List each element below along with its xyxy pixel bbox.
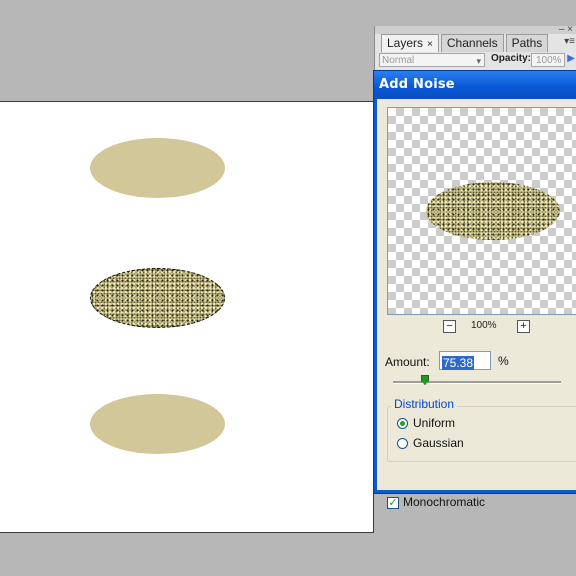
preview-ellipse bbox=[426, 182, 560, 240]
filter-preview[interactable] bbox=[387, 107, 576, 315]
zoom-in-icon: + bbox=[520, 320, 527, 332]
palette-drag-bar[interactable] bbox=[375, 26, 576, 34]
ellipse-shape-bottom bbox=[90, 394, 225, 454]
radio-uniform-label: Uniform bbox=[413, 416, 456, 430]
zoom-out-icon: − bbox=[446, 320, 453, 332]
radio-uniform-button[interactable] bbox=[397, 418, 408, 429]
ellipse-shape-selected[interactable] bbox=[90, 268, 225, 328]
amount-unit: % bbox=[498, 354, 509, 368]
opacity-field[interactable]: 100% bbox=[531, 53, 565, 67]
distribution-group bbox=[387, 406, 576, 462]
document-canvas[interactable] bbox=[0, 101, 374, 533]
tab-channels[interactable]: Channels bbox=[440, 34, 504, 52]
tab-paths-label: Paths bbox=[511, 36, 543, 50]
palette-tabs: Layers × Channels Paths bbox=[381, 34, 549, 52]
close-icon[interactable]: × bbox=[427, 39, 433, 50]
zoom-out-button[interactable]: − bbox=[443, 320, 456, 333]
dialog-titlebar[interactable]: Add Noise bbox=[374, 71, 576, 99]
tab-channels-label: Channels bbox=[446, 36, 498, 50]
monochromatic-checkbox[interactable]: ✓ bbox=[387, 497, 399, 509]
layers-options-row: Normal ▾ Opacity: 100% ▶ bbox=[379, 53, 576, 68]
opacity-value: 100% bbox=[536, 55, 562, 66]
dialog-body: − 100% + Amount: 75.38 % Distribution Un… bbox=[377, 99, 576, 509]
opacity-label: Opacity: bbox=[491, 53, 532, 64]
zoom-in-button[interactable]: + bbox=[517, 320, 530, 333]
zoom-level: 100% bbox=[471, 320, 497, 331]
chevron-down-icon: ▾ bbox=[476, 56, 481, 66]
add-noise-dialog: Add Noise − 100% + Amount: 75.38 % Distr… bbox=[373, 70, 576, 509]
layers-palette: – × Layers × Channels Paths ▾≡ Normal ▾ O… bbox=[374, 24, 576, 70]
blend-mode-value: Normal bbox=[382, 55, 415, 66]
amount-slider-track[interactable] bbox=[393, 381, 561, 384]
ellipse-shape-top bbox=[90, 138, 225, 198]
radio-gaussian-button[interactable] bbox=[397, 438, 408, 449]
palette-minimize-icon[interactable]: – × bbox=[559, 24, 573, 35]
dialog-title: Add Noise bbox=[379, 77, 455, 92]
distribution-label: Distribution bbox=[391, 397, 458, 411]
monochromatic-label: Monochromatic bbox=[403, 495, 486, 509]
radio-gaussian-label: Gaussian bbox=[413, 436, 464, 450]
amount-value: 75.38 bbox=[442, 356, 475, 370]
tab-layers-label: Layers bbox=[387, 36, 424, 50]
amount-input[interactable]: 75.38 bbox=[439, 351, 491, 370]
tab-layers[interactable]: Layers × bbox=[381, 34, 439, 52]
tab-paths[interactable]: Paths bbox=[505, 34, 549, 52]
opacity-slider-arrow-icon[interactable]: ▶ bbox=[567, 53, 575, 64]
palette-menu-icon[interactable]: ▾≡ bbox=[564, 36, 575, 47]
blend-mode-select[interactable]: Normal ▾ bbox=[379, 53, 485, 67]
amount-label: Amount: bbox=[385, 355, 430, 369]
